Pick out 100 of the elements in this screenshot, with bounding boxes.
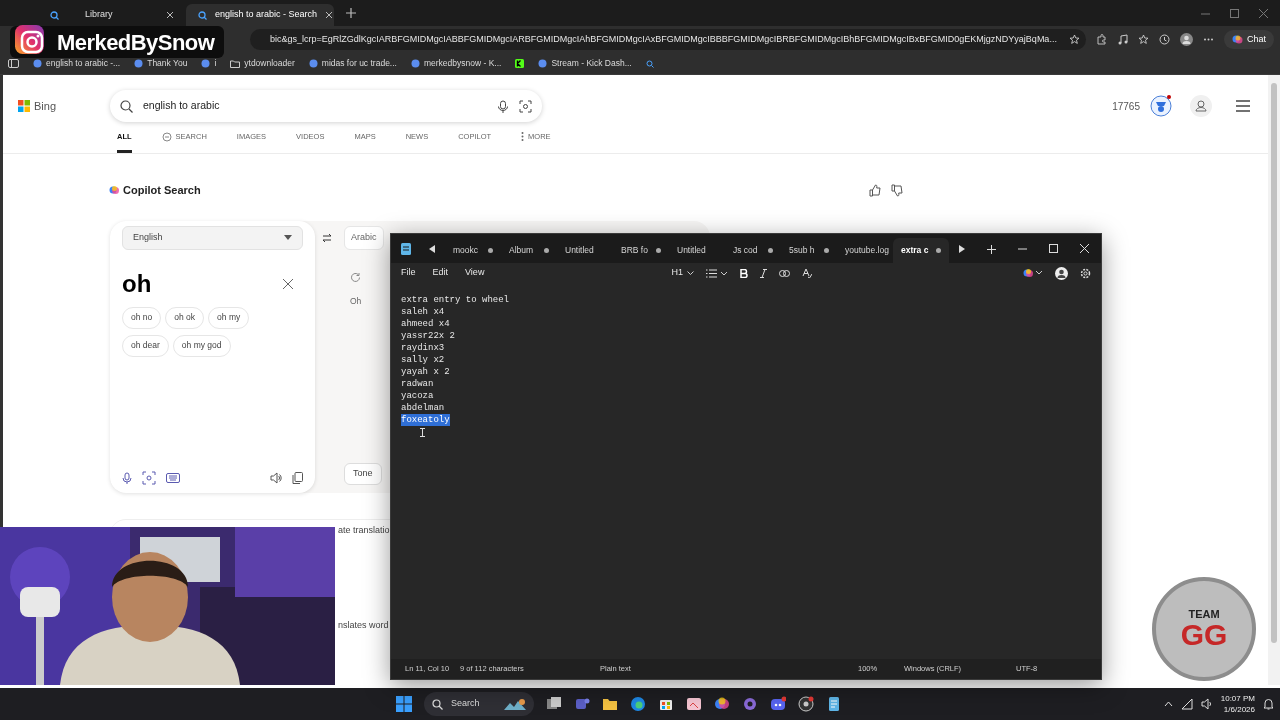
bookmark[interactable]: Thank You	[134, 57, 188, 70]
microphone-icon[interactable]	[122, 471, 132, 484]
refresh-icon[interactable]	[350, 271, 361, 283]
language-dropdown[interactable]: English	[122, 225, 303, 250]
suggestion-chip[interactable]: oh no	[122, 306, 162, 329]
bookmark[interactable]: i	[201, 57, 217, 70]
close-icon[interactable]	[283, 278, 293, 289]
windows-logo-icon	[18, 100, 30, 112]
favorites-icon[interactable]	[1138, 34, 1149, 45]
clock-time[interactable]: 10:07 PM	[1220, 693, 1255, 704]
folder-icon[interactable]	[602, 696, 618, 712]
editor-tab[interactable]: extra c	[893, 238, 949, 263]
swap-icon[interactable]	[321, 232, 332, 243]
bookmark-icon	[538, 59, 548, 68]
camera-search-icon[interactable]	[142, 470, 156, 485]
bookmark[interactable]: merkedbysnow - K...	[410, 57, 502, 70]
unsaved-dot-icon	[768, 248, 773, 253]
sidebar-icon[interactable]	[8, 59, 19, 68]
spellcheck-icon[interactable]	[801, 268, 812, 278]
notepad-icon	[401, 243, 411, 255]
speaker-icon[interactable]	[1200, 698, 1213, 710]
network-icon[interactable]	[1180, 698, 1193, 710]
tab-title: Library	[84, 8, 114, 22]
editor-tab[interactable]: BRB fo	[613, 238, 669, 263]
badge-text: TEAM	[1188, 608, 1220, 620]
editor-tab[interactable]: mookc	[445, 238, 501, 263]
menu-icon[interactable]	[1236, 100, 1250, 112]
rewards-icon[interactable]	[1150, 95, 1172, 117]
close-icon[interactable]	[166, 11, 174, 19]
notepad-icon[interactable]	[826, 696, 842, 712]
new-tab-icon[interactable]	[346, 8, 356, 18]
task-view-icon[interactable]	[546, 696, 562, 712]
bookmark[interactable]: ytdownloader	[230, 57, 295, 70]
suggestion-chip[interactable]: oh my	[208, 306, 250, 329]
settings-icon[interactable]	[1080, 267, 1091, 279]
chevron-up-icon[interactable]	[1163, 701, 1173, 707]
language-dropdown[interactable]: Arabic	[344, 225, 384, 250]
avatar-icon[interactable]	[1180, 33, 1193, 46]
editor-tab[interactable]: Untitled	[557, 238, 613, 263]
search-bar[interactable]: english to arabic	[110, 90, 542, 122]
bookmark-icon	[201, 59, 211, 68]
visual-search-icon[interactable]	[519, 99, 532, 113]
history-icon[interactable]	[1159, 34, 1170, 45]
suggestion-chip[interactable]: oh my god	[172, 334, 231, 357]
unsaved-dot-icon	[544, 248, 549, 253]
puzzle-icon[interactable]	[1096, 34, 1107, 45]
suggestion-chip[interactable]: oh dear	[122, 334, 169, 357]
heading-dropdown[interactable]: H1	[671, 266, 694, 280]
translation-text: Oh	[350, 294, 362, 308]
browser-tab[interactable]: english to arabic - Search	[186, 4, 334, 26]
microphone-icon[interactable]	[497, 99, 509, 113]
text-line: ahmeed x4	[401, 318, 450, 330]
more-icon	[521, 132, 525, 141]
notification-icon[interactable]	[1263, 698, 1274, 710]
tab-title: english to arabic - Search	[215, 8, 318, 22]
bookmark-icon	[33, 59, 42, 68]
bookmark[interactable]: Stream - Kick Dash...	[538, 57, 632, 70]
menu-item[interactable]: View	[465, 266, 485, 280]
text-line: sally x2	[401, 354, 445, 366]
search-field[interactable]: Search	[424, 692, 534, 716]
menu-item[interactable]: File	[401, 266, 416, 280]
bold-icon[interactable]	[739, 268, 748, 278]
start-icon[interactable]	[396, 696, 412, 712]
keyboard-icon[interactable]	[166, 472, 180, 483]
clock-date[interactable]: 1/6/2026	[1223, 704, 1255, 715]
browser-tab[interactable]: Library	[38, 4, 186, 26]
copy-icon[interactable]	[292, 471, 303, 484]
editor-tab[interactable]: youtube.log	[837, 238, 893, 263]
text-line: radwan	[401, 378, 434, 390]
editor-tab[interactable]: 5sub h	[781, 238, 837, 263]
tone-button[interactable]: Tone	[344, 462, 382, 485]
scroll-left-icon[interactable]	[429, 245, 435, 253]
italic-icon[interactable]	[759, 268, 767, 278]
account-icon[interactable]	[1055, 266, 1068, 280]
link-icon[interactable]	[778, 269, 790, 277]
url-text: bic&gs_lcrp=EgRlZGdlKgcIARBFGMIDMgcIABBFGMIDMgcIARBFGMIDMgcIAhBFGMIDMgcIAxBFGMIDMgcIBBBFGMIDMgcIBRBFGMIDMgcIBhBFGMIDMgcIBxBFGMID0gEKMjgzNDYyajBqMa...	[270, 32, 1058, 46]
address-bar[interactable]: bic&gs_lcrp=EgRlZGdlKgcIARBFGMIDMgcIABBFGMIDMgcIARBFGMIDMgcIAhBFGMIDMgcIAxBFGMIDMgcIBBBFGMIDMgcIBRBFGMIDMgcIBhBFGMIDMgcIBxBFGMID0gEKMjgzNDYyajBqMa...	[250, 29, 1086, 50]
star-icon[interactable]	[1069, 34, 1080, 45]
music-icon[interactable]	[1117, 34, 1128, 45]
menu-item[interactable]: Edit	[432, 266, 449, 280]
suggestion-chip[interactable]: oh ok	[165, 306, 205, 329]
bookmark[interactable]: english to arabic -...	[33, 57, 121, 70]
thumbs-up-icon[interactable]	[869, 183, 881, 197]
input-text[interactable]: oh	[122, 265, 152, 302]
bookmark-icon	[410, 59, 420, 68]
scrollbar-thumb[interactable]	[1271, 83, 1277, 643]
thumbs-down-icon[interactable]	[891, 183, 903, 197]
close-icon[interactable]	[325, 11, 334, 19]
photos-icon[interactable]	[686, 696, 702, 712]
new-tab-icon[interactable]	[987, 245, 996, 254]
speaker-icon[interactable]	[270, 471, 282, 484]
editor-tab[interactable]: Untitled	[669, 238, 725, 263]
editor-tab[interactable]: Js cod	[725, 238, 781, 263]
search-query: english to arabic	[143, 98, 221, 114]
list-icon[interactable]	[705, 268, 728, 278]
text-line: yayah x 2	[401, 366, 450, 378]
editor-tab[interactable]: Album	[501, 238, 557, 263]
bookmark[interactable]: midas for uc trade...	[308, 57, 397, 70]
chat-button[interactable]: Chat	[1224, 30, 1274, 49]
scroll-right-icon[interactable]	[959, 245, 965, 253]
